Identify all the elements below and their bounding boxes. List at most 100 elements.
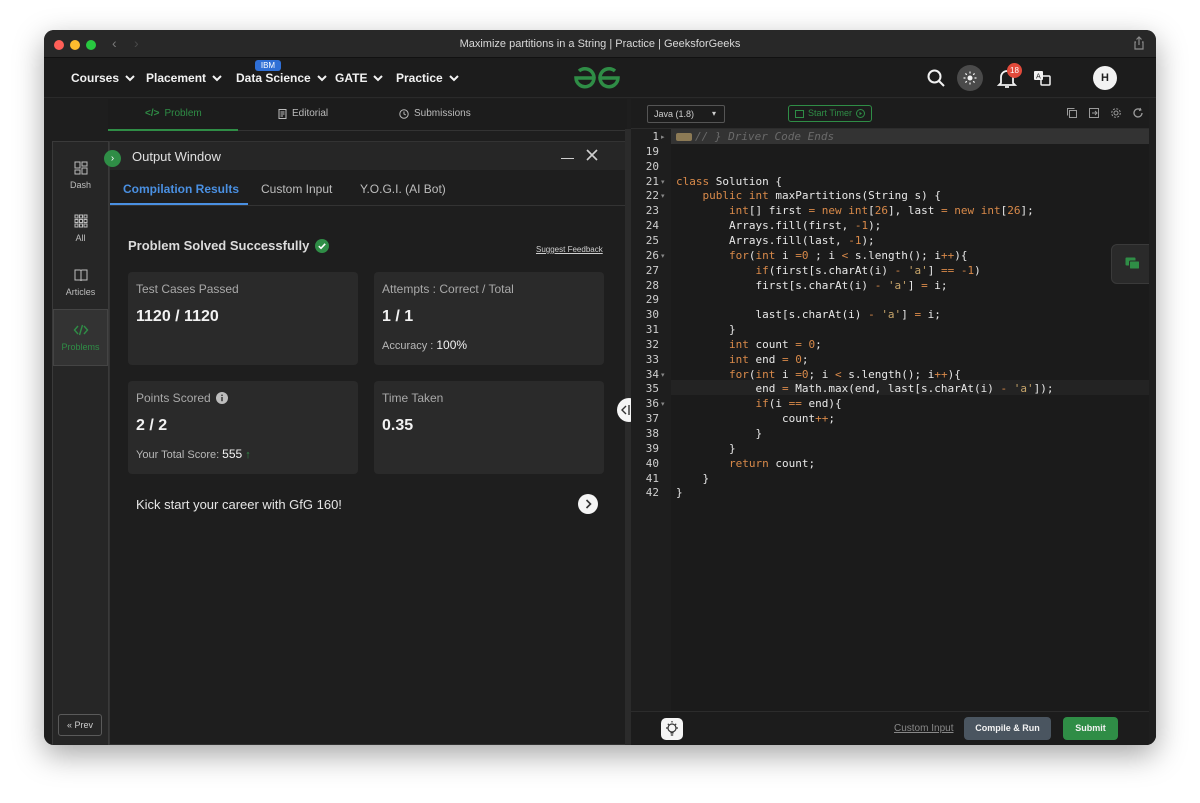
timer-icon — [795, 110, 804, 118]
tab-submissions[interactable]: Submissions — [399, 108, 471, 119]
fold-arrow-icon[interactable]: ▸ — [661, 133, 665, 141]
fold-arrow-icon[interactable]: ▾ — [661, 371, 665, 379]
book-icon — [74, 269, 87, 282]
info-icon[interactable] — [215, 392, 228, 404]
notification-badge: 18 — [1007, 63, 1022, 78]
code-line: int[] first = new int[26], last = new in… — [728, 204, 1034, 218]
window-title: Maximize partitions in a String | Practi… — [459, 38, 741, 50]
points-label-row: Points Scored — [136, 391, 228, 405]
line-number: 32 — [645, 337, 659, 351]
fold-arrow-icon[interactable]: ▾ — [661, 192, 665, 200]
nav-gate[interactable]: GATE — [335, 71, 384, 85]
gfg-logo-icon[interactable] — [572, 65, 622, 91]
line-number: 33 — [645, 352, 659, 366]
expand-panel-button[interactable]: › — [104, 150, 121, 167]
search-icon[interactable] — [925, 67, 947, 89]
start-timer-button[interactable]: Start Timer — [788, 105, 873, 122]
chevron-down-icon — [317, 74, 327, 81]
accuracy-value: 100% — [436, 338, 468, 352]
arrow-up-icon: ↑ — [245, 449, 251, 461]
reset-icon[interactable] — [1132, 107, 1144, 119]
double-chevron-left-icon: « — [66, 720, 72, 730]
code-area[interactable]: // } Driver Code Ends class Solution { pu… — [671, 129, 1156, 711]
time-value: 0.35 — [382, 417, 414, 434]
tab-compilation-results[interactable]: Compilation Results — [123, 182, 239, 196]
theme-toggle-button[interactable] — [957, 65, 983, 91]
line-number: 25 — [645, 233, 659, 247]
nav-courses[interactable]: Courses — [71, 71, 135, 85]
editor-scrollbar[interactable] — [1149, 99, 1156, 745]
points-label: Points Scored — [136, 391, 211, 405]
fold-arrow-icon[interactable]: ▾ — [661, 400, 665, 408]
code-line: // } Driver Code Ends — [676, 130, 834, 143]
nav-placement[interactable]: Placement — [146, 71, 222, 85]
nav-practice[interactable]: Practice — [396, 71, 459, 85]
code-line: } — [676, 427, 763, 440]
nav-data-science[interactable]: Data Science — [236, 71, 327, 85]
title-bar: ‹ › Maximize partitions in a String | Pr… — [44, 30, 1156, 58]
prev-button[interactable]: « Prev — [58, 714, 102, 736]
user-avatar[interactable]: H — [1093, 66, 1117, 90]
check-circle-icon — [315, 238, 330, 253]
language-select[interactable]: Java (1.8) ▾ — [647, 105, 725, 123]
tab-custom-input[interactable]: Custom Input — [261, 182, 332, 196]
hint-button[interactable] — [661, 718, 683, 740]
tab-problem[interactable]: </> Problem — [145, 108, 202, 119]
nav-practice-label: Practice — [396, 71, 443, 85]
line-number: 34 — [645, 367, 659, 381]
total-score-label: Your Total Score: — [136, 449, 220, 461]
code-line: class Solution { — [676, 174, 782, 188]
solved-status-text: Problem Solved Successfully — [128, 238, 310, 253]
sidenav-item-all[interactable]: All — [53, 213, 108, 243]
line-number: 31 — [645, 323, 659, 337]
sidenav-item-dash-label: Dash — [69, 180, 91, 190]
total-score-value: 555 — [222, 447, 243, 461]
compile-run-button[interactable]: Compile & Run — [964, 717, 1051, 740]
line-number: 21 — [645, 174, 659, 188]
minimize-output-button[interactable] — [561, 158, 574, 159]
code-line: } — [676, 471, 710, 485]
settings-icon[interactable] — [1110, 107, 1122, 119]
language-value: Java (1.8) — [654, 109, 695, 119]
active-tab-indicator — [108, 129, 238, 131]
translate-icon[interactable]: A — [1031, 67, 1053, 89]
line-number: 41 — [645, 471, 659, 485]
tab-editorial-label: Editorial — [292, 108, 329, 119]
sidenav-item-articles[interactable]: Articles — [53, 267, 108, 297]
tab-problem-label: Problem — [164, 108, 202, 119]
suggest-feedback-link[interactable]: Suggest Feedback — [536, 245, 603, 254]
tab-editorial[interactable]: Editorial — [278, 108, 328, 119]
site-navbar: Courses Placement IBM Data Science GATE … — [44, 58, 1156, 98]
editor-toolbar: Java (1.8) ▾ Start Timer — [631, 99, 1156, 129]
code-line: last[s.charAt(i) - 'a'] = i; — [676, 308, 941, 322]
grid-icon — [74, 214, 87, 228]
line-number: 40 — [645, 456, 659, 470]
nav-data-science-label: Data Science — [236, 71, 311, 85]
code-line: first[s.charAt(i) - 'a'] = i; — [676, 278, 948, 292]
test-cases-label: Test Cases Passed — [136, 282, 239, 296]
line-number: 20 — [645, 159, 659, 173]
accuracy-row: Accuracy :100% — [382, 338, 467, 352]
close-icon[interactable] — [585, 148, 599, 162]
chevron-down-icon — [448, 74, 459, 81]
chevron-down-icon — [373, 74, 384, 81]
fold-marker-icon[interactable] — [676, 133, 692, 141]
sidenav-item-dash[interactable]: Dash — [53, 160, 108, 190]
line-number: 36 — [645, 397, 659, 411]
nav-placement-label: Placement — [146, 71, 207, 85]
start-timer-label: Start Timer — [808, 108, 853, 118]
sidenav-item-problems[interactable]: Problems — [53, 309, 108, 366]
submit-button[interactable]: Submit — [1063, 717, 1118, 740]
line-number: 28 — [645, 278, 659, 292]
import-icon[interactable] — [1088, 107, 1100, 119]
kickstart-arrow-button[interactable] — [578, 494, 598, 514]
tab-yogi-ai-bot[interactable]: Y.O.G.I. (AI Bot) — [360, 182, 446, 196]
ibm-badge: IBM — [255, 60, 281, 71]
share-icon[interactable] — [1132, 36, 1146, 50]
custom-input-link[interactable]: Custom Input — [894, 723, 953, 734]
code-line: int count = 0; — [728, 337, 822, 351]
copy-icon[interactable] — [1066, 107, 1078, 119]
fold-arrow-icon[interactable]: ▾ — [661, 252, 665, 260]
fold-arrow-icon[interactable]: ▾ — [661, 178, 665, 186]
code-line: end = Math.max(end, last[s.charAt(i) - '… — [676, 382, 1054, 396]
